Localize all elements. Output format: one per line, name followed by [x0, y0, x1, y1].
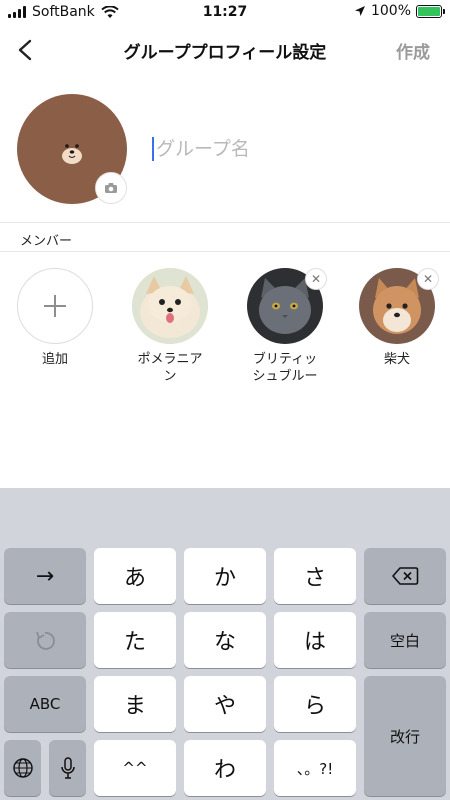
member-item[interactable]: ✕ ブリティッシュブルー [230, 268, 340, 385]
abc-key[interactable]: ABC [4, 676, 86, 732]
camera-icon [105, 183, 117, 193]
member-name: ブリティッシュブルー [252, 352, 318, 384]
close-icon: ✕ [422, 272, 434, 286]
key-arrow[interactable]: → [4, 548, 86, 604]
status-bar: SoftBank 11:27 100% [0, 0, 450, 26]
divider [0, 251, 450, 252]
key-sa[interactable]: さ [274, 548, 356, 604]
create-button[interactable]: 作成 [396, 38, 430, 63]
globe-icon [12, 758, 33, 778]
add-member-label: 追加 [41, 352, 68, 367]
location-arrow-icon [354, 6, 365, 16]
microphone-key[interactable] [49, 740, 86, 796]
key-ka[interactable]: か [184, 548, 266, 604]
return-key[interactable]: 改行 [364, 676, 446, 796]
undo-icon [36, 631, 55, 650]
key-punctuation[interactable]: 、。?! [274, 740, 356, 796]
close-icon: ✕ [310, 272, 322, 286]
member-item[interactable]: ✕ 柴犬 [342, 268, 450, 368]
globe-key[interactable] [4, 740, 41, 796]
key-ha[interactable]: は [274, 612, 356, 668]
group-name-input[interactable] [156, 134, 426, 164]
member-name: ポメラニアン [137, 352, 203, 384]
remove-member-button[interactable]: ✕ [417, 268, 439, 290]
member-name: 柴犬 [383, 352, 410, 367]
microphone-icon [60, 757, 75, 779]
key-a[interactable]: あ [94, 548, 176, 604]
text-cursor [152, 137, 154, 161]
remove-member-button[interactable]: ✕ [305, 268, 327, 290]
battery-icon [416, 4, 445, 18]
members-section-label: メンバー [20, 234, 73, 249]
key-ra[interactable]: ら [274, 676, 356, 732]
japanese-kana-keyboard: → あ か さ た な は 空白 ABC ま や ら 改行 ^^ わ 、。?! [0, 488, 450, 800]
page-title: グループプロフィール設定 [123, 43, 327, 63]
nav-bar: グループプロフィール設定 作成 [0, 26, 450, 74]
key-emoticon[interactable]: ^^ [94, 740, 176, 796]
space-key[interactable]: 空白 [364, 612, 446, 668]
battery-percent: 100% [370, 3, 411, 19]
delete-key[interactable] [364, 548, 446, 604]
undo-key[interactable] [4, 612, 86, 668]
divider [0, 222, 450, 223]
change-photo-button[interactable] [95, 172, 127, 204]
pomeranian-photo [132, 268, 208, 344]
key-ma[interactable]: ま [94, 676, 176, 732]
key-na[interactable]: な [184, 612, 266, 668]
add-member-button[interactable]: 追加 [0, 268, 110, 368]
backspace-icon [392, 567, 419, 585]
key-ya[interactable]: や [184, 676, 266, 732]
key-ta[interactable]: た [94, 612, 176, 668]
group-name-field [150, 134, 430, 164]
plus-icon [44, 295, 66, 317]
key-wa[interactable]: わ [184, 740, 266, 796]
member-item[interactable]: ポメラニアン [115, 268, 225, 385]
